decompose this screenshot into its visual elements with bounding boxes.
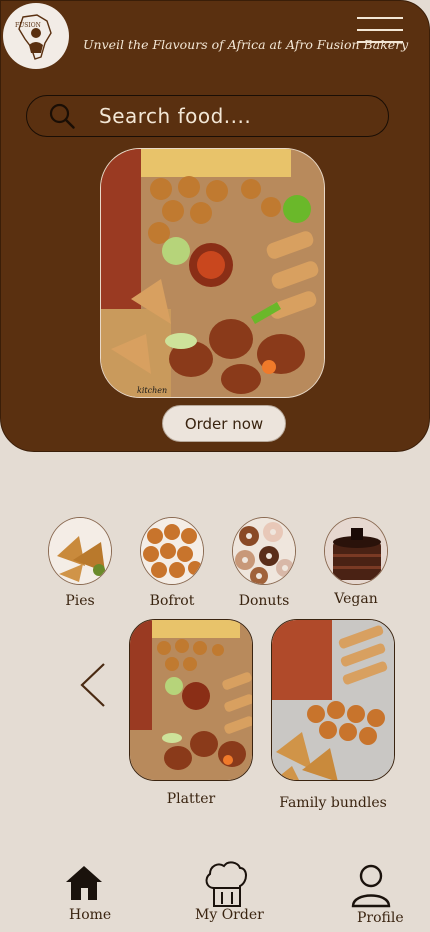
search-icon[interactable] <box>49 103 75 129</box>
family-bundles-card-image[interactable] <box>271 619 395 781</box>
family-bundles-label: Family bundles <box>279 795 387 811</box>
chef-hat-icon <box>205 861 247 907</box>
hero-banner: FUSION Unveil the Flavours of Africa at … <box>0 0 430 452</box>
hamburger-line <box>357 29 403 31</box>
nav-my-order[interactable]: My Order <box>192 860 272 924</box>
nav-label: Home <box>69 907 112 923</box>
brand-tagline: Unveil the Flavours of Africa at Afro Fu… <box>83 37 409 52</box>
category-donuts[interactable]: Donuts <box>232 517 296 609</box>
pies-photo-icon <box>48 517 112 585</box>
nav-label: Profile <box>357 910 404 926</box>
image-watermark: kitchen <box>137 386 167 395</box>
category-pies[interactable]: Pies <box>48 517 112 609</box>
order-now-button[interactable]: Order now <box>162 405 286 442</box>
category-vegan[interactable]: Vegan <box>324 517 388 607</box>
category-label: Donuts <box>238 593 290 609</box>
nav-home[interactable]: Home <box>60 864 120 924</box>
category-label: Pies <box>65 593 95 609</box>
home-icon <box>66 866 102 900</box>
donuts-photo-icon <box>232 517 296 585</box>
africa-map-logo-icon: FUSION <box>15 14 52 60</box>
search-input[interactable] <box>99 104 359 128</box>
category-bofrot[interactable]: Bofrot <box>140 517 204 609</box>
nav-label: My Order <box>195 907 264 923</box>
bofrot-photo-icon <box>140 517 204 585</box>
search-bar[interactable] <box>26 95 389 137</box>
menu-button[interactable] <box>357 17 403 43</box>
platter-label: Platter <box>166 791 216 807</box>
hamburger-line <box>357 17 403 19</box>
nav-profile[interactable]: Profile <box>350 864 410 928</box>
logo-wordmark: FUSION <box>15 22 41 29</box>
chevron-left-icon[interactable] <box>78 660 108 710</box>
brand-logo[interactable]: FUSION <box>3 3 69 69</box>
vegan-cake-photo-icon <box>324 517 388 585</box>
platter-card-image[interactable] <box>129 619 253 781</box>
user-icon <box>351 864 391 908</box>
category-label: Vegan <box>334 591 378 607</box>
hero-platter-image: kitchen <box>100 148 325 398</box>
category-label: Bofrot <box>149 593 195 609</box>
hamburger-line <box>357 41 403 43</box>
